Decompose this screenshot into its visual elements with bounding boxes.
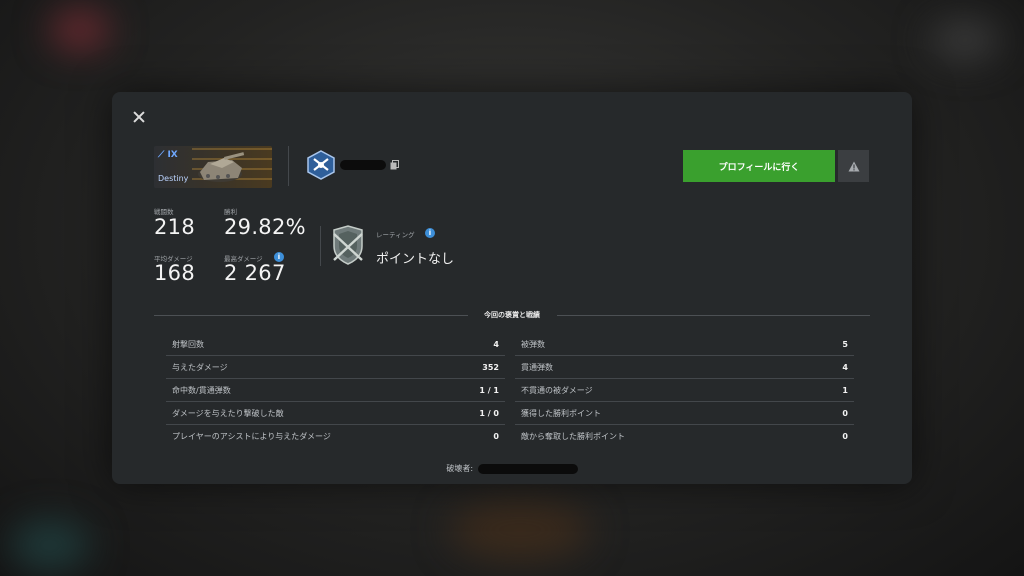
table-row: 不貫通の被ダメージ 1 — [515, 379, 854, 402]
tank-name: Destiny — [158, 174, 189, 183]
divider — [320, 226, 321, 266]
background-blur — [10, 520, 90, 570]
table-row: 被弾数 5 — [515, 333, 854, 356]
row-label: ダメージを与えたり撃破した敵 — [172, 408, 284, 418]
go-to-profile-button[interactable]: プロフィールに行く — [683, 150, 835, 182]
row-label: 射撃回数 — [172, 339, 204, 349]
table-row: 命中数/貫通弾数 1 / 1 — [166, 379, 505, 402]
row-label: 獲得した勝利ポイント — [521, 408, 601, 418]
clan-emblem-icon[interactable] — [306, 150, 336, 180]
table-row: 与えたダメージ 352 — [166, 356, 505, 379]
background-blur — [50, 10, 110, 50]
row-value: 5 — [842, 339, 848, 349]
table-row: 貫通弾数 4 — [515, 356, 854, 379]
rating-value: ポイントなし — [376, 252, 455, 267]
background-blur — [450, 500, 590, 560]
table-row: ダメージを与えたり撃破した敵 1 / 0 — [166, 402, 505, 425]
close-icon[interactable] — [130, 108, 148, 126]
row-value: 0 — [842, 432, 848, 441]
warning-icon — [848, 161, 859, 171]
table-row: 獲得した勝利ポイント 0 — [515, 402, 854, 425]
table-row: 敵から奪取した勝利ポイント 0 — [515, 425, 854, 448]
tier-icon: ⟋ — [158, 150, 165, 160]
divider — [288, 146, 289, 186]
info-icon[interactable]: i — [425, 228, 435, 238]
winrate-value: 29.82% — [224, 215, 306, 239]
row-value: 0 — [493, 432, 499, 441]
row-label: 命中数/貫通弾数 — [172, 385, 231, 395]
table-row: プレイヤーのアシストにより与えたダメージ 0 — [166, 425, 505, 448]
row-value: 1 — [842, 385, 848, 395]
row-value: 1 / 0 — [479, 408, 499, 418]
row-label: 貫通弾数 — [521, 362, 553, 372]
table-row: 射撃回数 4 — [166, 333, 505, 356]
avg-damage-value: 168 — [154, 261, 195, 285]
row-label: 被弾数 — [521, 339, 545, 349]
row-label: プレイヤーのアシストにより与えたダメージ — [172, 432, 331, 441]
rating-label: レーティング — [376, 231, 415, 239]
destroyer-name-redacted[interactable] — [477, 463, 578, 474]
max-damage-value: 2 267 — [224, 261, 286, 285]
row-label: 与えたダメージ — [172, 362, 228, 372]
row-value: 0 — [842, 408, 848, 418]
copy-icon[interactable] — [390, 160, 399, 170]
rating-shield-icon — [333, 225, 363, 265]
left-stats-table: 射撃回数 4 与えたダメージ 352 命中数/貫通弾数 1 / 1 ダメージを与えたり… — [166, 333, 505, 448]
tier-label: IX — [167, 150, 178, 160]
battle-result-modal: ⟋ IX Destiny プロフィールに行く 戦闘数 218 勝利 29.82%… — [112, 92, 912, 484]
row-label: 敵から奪取した勝利ポイント — [521, 432, 625, 441]
destroyed-by-label: 破壊者: — [446, 464, 474, 473]
row-value: 4 — [842, 362, 848, 372]
row-value: 4 — [493, 339, 499, 349]
destroyed-by: 破壊者: — [112, 463, 912, 474]
report-button[interactable] — [838, 150, 869, 182]
battles-value: 218 — [154, 215, 195, 239]
player-name-redacted — [340, 160, 386, 170]
background-blur — [930, 20, 1000, 60]
row-value: 352 — [482, 362, 499, 372]
row-value: 1 / 1 — [479, 385, 499, 395]
section-divider-right — [557, 315, 870, 316]
tank-icon — [198, 152, 245, 182]
row-label: 不貫通の被ダメージ — [521, 385, 593, 395]
tank-tier: ⟋ IX — [158, 150, 178, 160]
right-stats-table: 被弾数 5 貫通弾数 4 不貫通の被ダメージ 1 獲得した勝利ポイント 0 敵から奪取し… — [515, 333, 854, 448]
tank-card[interactable]: ⟋ IX Destiny — [154, 146, 272, 188]
